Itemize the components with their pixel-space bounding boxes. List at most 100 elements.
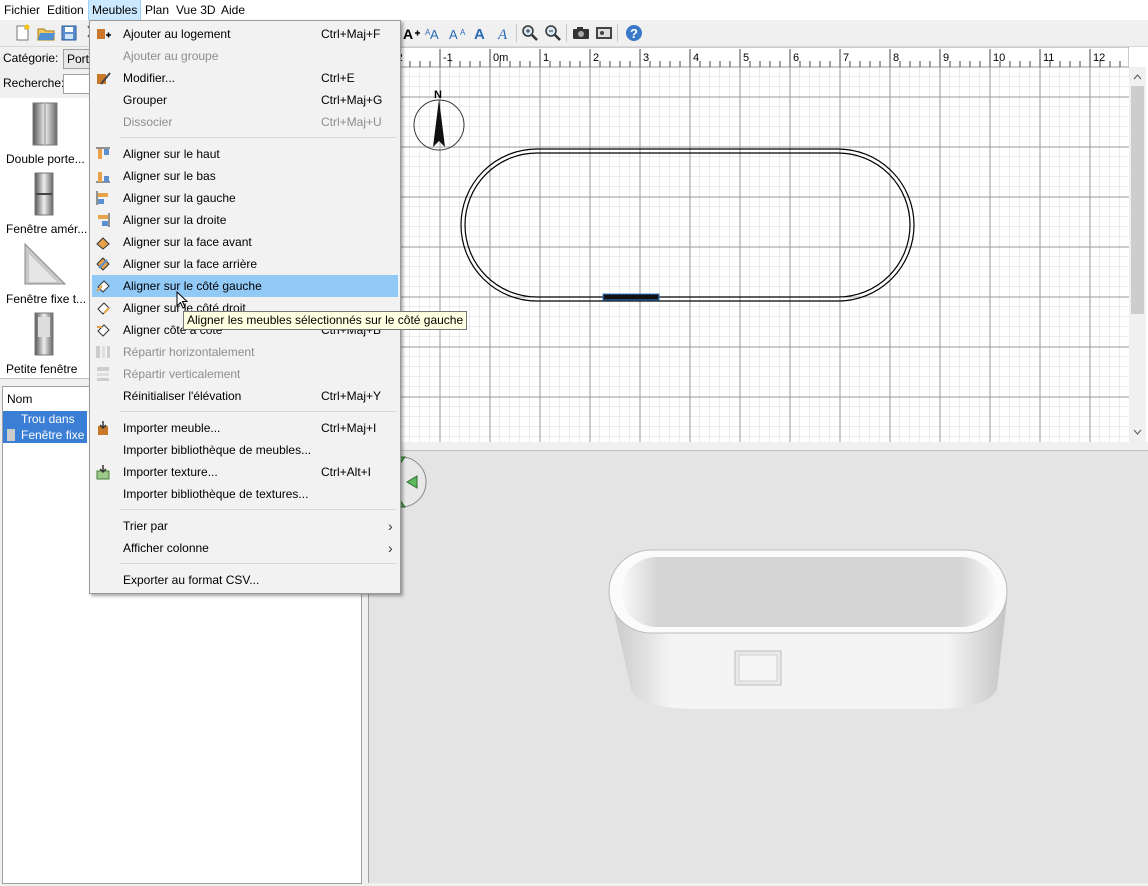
menu-fichier[interactable]: Fichier [4,0,40,20]
ruler-label: 8 [893,52,899,64]
plan-view[interactable]: -2-10m123456789101112 N [368,47,1148,442]
menu-item-aligner-sur-le-cote-gauche[interactable]: Aligner sur le côté gauche [92,275,398,297]
video-icon[interactable] [594,23,614,43]
3d-view[interactable] [368,450,1148,883]
submenu-arrow-icon: › [388,540,393,556]
table-row[interactable]: Trou dans le m [3,411,87,442]
catalog-item-american-window[interactable]: Fenêtre amér... [0,168,95,238]
menu-item-label: Réinitialiser l'élévation [123,389,242,403]
menu-aide[interactable]: Aide [221,0,245,20]
align-bottom-icon [96,172,110,183]
help-icon[interactable]: ? [624,23,644,43]
menu-item-importer-texture[interactable]: Importer texture... Ctrl+Alt+I [92,461,398,483]
menu-item-label: Afficher colonne [123,541,209,555]
align-top-icon [96,147,110,159]
ruler-label: 5 [743,52,749,64]
small-window-icon [34,312,54,356]
align-front-icon [96,237,110,250]
zoom-out-icon[interactable] [543,23,563,43]
menu-item-shortcut: Ctrl+Maj+F [321,27,381,41]
menu-vue3d[interactable]: Vue 3D [176,0,216,20]
menu-meubles[interactable]: Meubles [87,0,142,21]
meubles-dropdown-menu: Ajouter au logement Ctrl+Maj+F Ajouter au … [89,20,401,594]
italic-icon[interactable]: A [494,23,514,43]
menu-item-label: Répartir verticalement [123,367,241,381]
ruler-label: 4 [693,52,699,64]
catalog-item-small-window[interactable]: Petite fenêtre [0,308,95,378]
menu-item-label: Importer bibliothèque de meubles... [123,443,312,457]
menu-item-label: Ajouter au groupe [123,49,219,63]
menu-item-exporter-au-format-csv[interactable]: Exporter au format CSV... [92,569,398,591]
add-furniture-icon [97,29,111,39]
menu-item-label: Aligner sur le bas [123,169,216,183]
plan-canvas[interactable]: -2-10m123456789101112 N [368,47,1129,442]
open-file-icon[interactable] [36,23,56,43]
menu-item-label: Dissocier [123,115,173,129]
scrollbar-thumb[interactable] [1131,86,1144,314]
menu-item-aligner-sur-la-face-avant[interactable]: Aligner sur la face avant [92,231,398,253]
distribute-horizontal-icon [96,346,110,358]
menu-item-importer-meuble[interactable]: Importer meuble... Ctrl+Maj+I [92,417,398,439]
menu-item-trier-par[interactable]: Trier par › [92,515,398,537]
svg-text:A: A [474,26,485,43]
zoom-in-icon[interactable] [520,23,540,43]
menu-edition[interactable]: Edition [47,0,84,20]
new-file-icon[interactable] [12,23,32,43]
ruler-label: 11 [1043,52,1054,64]
selected-window[interactable] [602,293,660,301]
menu-item-reinitialiser-l-elevation[interactable]: Réinitialiser l'élévation Ctrl+Maj+Y [92,385,398,407]
svg-text:?: ? [630,26,638,41]
menu-separator [120,137,396,138]
menu-item-label: Exporter au format CSV... [123,573,260,587]
ruler-label: -1 [443,52,453,64]
view-splitter[interactable] [368,442,1148,450]
menu-item-label: Importer meuble... [123,421,221,435]
save-file-icon[interactable] [59,23,79,43]
menu-item-aligner-sur-la-gauche[interactable]: Aligner sur la gauche [92,187,398,209]
menu-item-ajouter-au-groupe[interactable]: Ajouter au groupe [92,45,398,67]
compass-label: N [434,89,442,101]
ruler-label: 0m [493,52,508,64]
menu-item-aligner-sur-la-droite[interactable]: Aligner sur la droite [92,209,398,231]
svg-text:A: A [403,26,413,42]
menu-item-repartir-horizontalement[interactable]: Répartir horizontalement [92,341,398,363]
3d-room-model[interactable] [608,549,1008,709]
category-label: Catégorie: [3,51,59,65]
menu-item-label: Importer texture... [123,465,218,479]
table-row[interactable]: Fenêtre fixe [3,427,87,443]
submenu-arrow-icon: › [388,518,393,534]
text-style-icon[interactable]: AA [424,23,444,43]
menu-separator [120,411,396,412]
camera-icon[interactable] [571,23,591,43]
menu-item-repartir-verticalement[interactable]: Répartir verticalement [92,363,398,385]
svg-text:A: A [449,27,458,42]
catalog-item-fixed-window[interactable]: Fenêtre fixe t... [0,238,95,308]
menu-plan[interactable]: Plan [145,0,169,20]
column-name[interactable]: Nom [7,392,32,406]
menu-bar: Fichier Edition Meubles Plan Vue 3D Aide [0,0,1148,21]
menu-item-label: Modifier... [123,71,176,85]
menu-item-aligner-sur-le-bas[interactable]: Aligner sur le bas [92,165,398,187]
menu-separator [120,563,396,564]
catalog-item-double-door[interactable]: Double porte... [0,98,95,168]
menu-item-label: Aligner sur la face avant [123,235,252,249]
menu-item-importer-bibliotheque-de-meubles[interactable]: Importer bibliothèque de meubles... [92,439,398,461]
menu-item-importer-bibliotheque-de-textures[interactable]: Importer bibliothèque de textures... [92,483,398,505]
text-style-icon[interactable]: AA [448,23,468,43]
menu-item-label: Aligner sur le haut [123,147,220,161]
menu-item-aligner-sur-la-face-arriere[interactable]: Aligner sur la face arrière [92,253,398,275]
menu-item-ajouter-au-logement[interactable]: Ajouter au logement Ctrl+Maj+F [92,23,398,45]
import-texture-icon [96,465,110,480]
menu-item-dissocier[interactable]: Dissocier Ctrl+Maj+U [92,111,398,133]
menu-item-label: Aligner sur la droite [123,213,227,227]
menu-item-grouper[interactable]: Grouper Ctrl+Maj+G [92,89,398,111]
menu-item-afficher-colonne[interactable]: Afficher colonne › [92,537,398,559]
align-right-icon [98,213,110,227]
menu-item-aligner-sur-le-haut[interactable]: Aligner sur le haut [92,143,398,165]
menu-item-modifier[interactable]: Modifier... Ctrl+E [92,67,398,89]
bold-icon[interactable]: A [471,23,491,43]
menu-item-label: Grouper [123,93,168,107]
menu-item-shortcut: Ctrl+E [321,71,355,85]
window-icon [7,429,15,441]
add-text-icon[interactable]: A [401,23,421,43]
